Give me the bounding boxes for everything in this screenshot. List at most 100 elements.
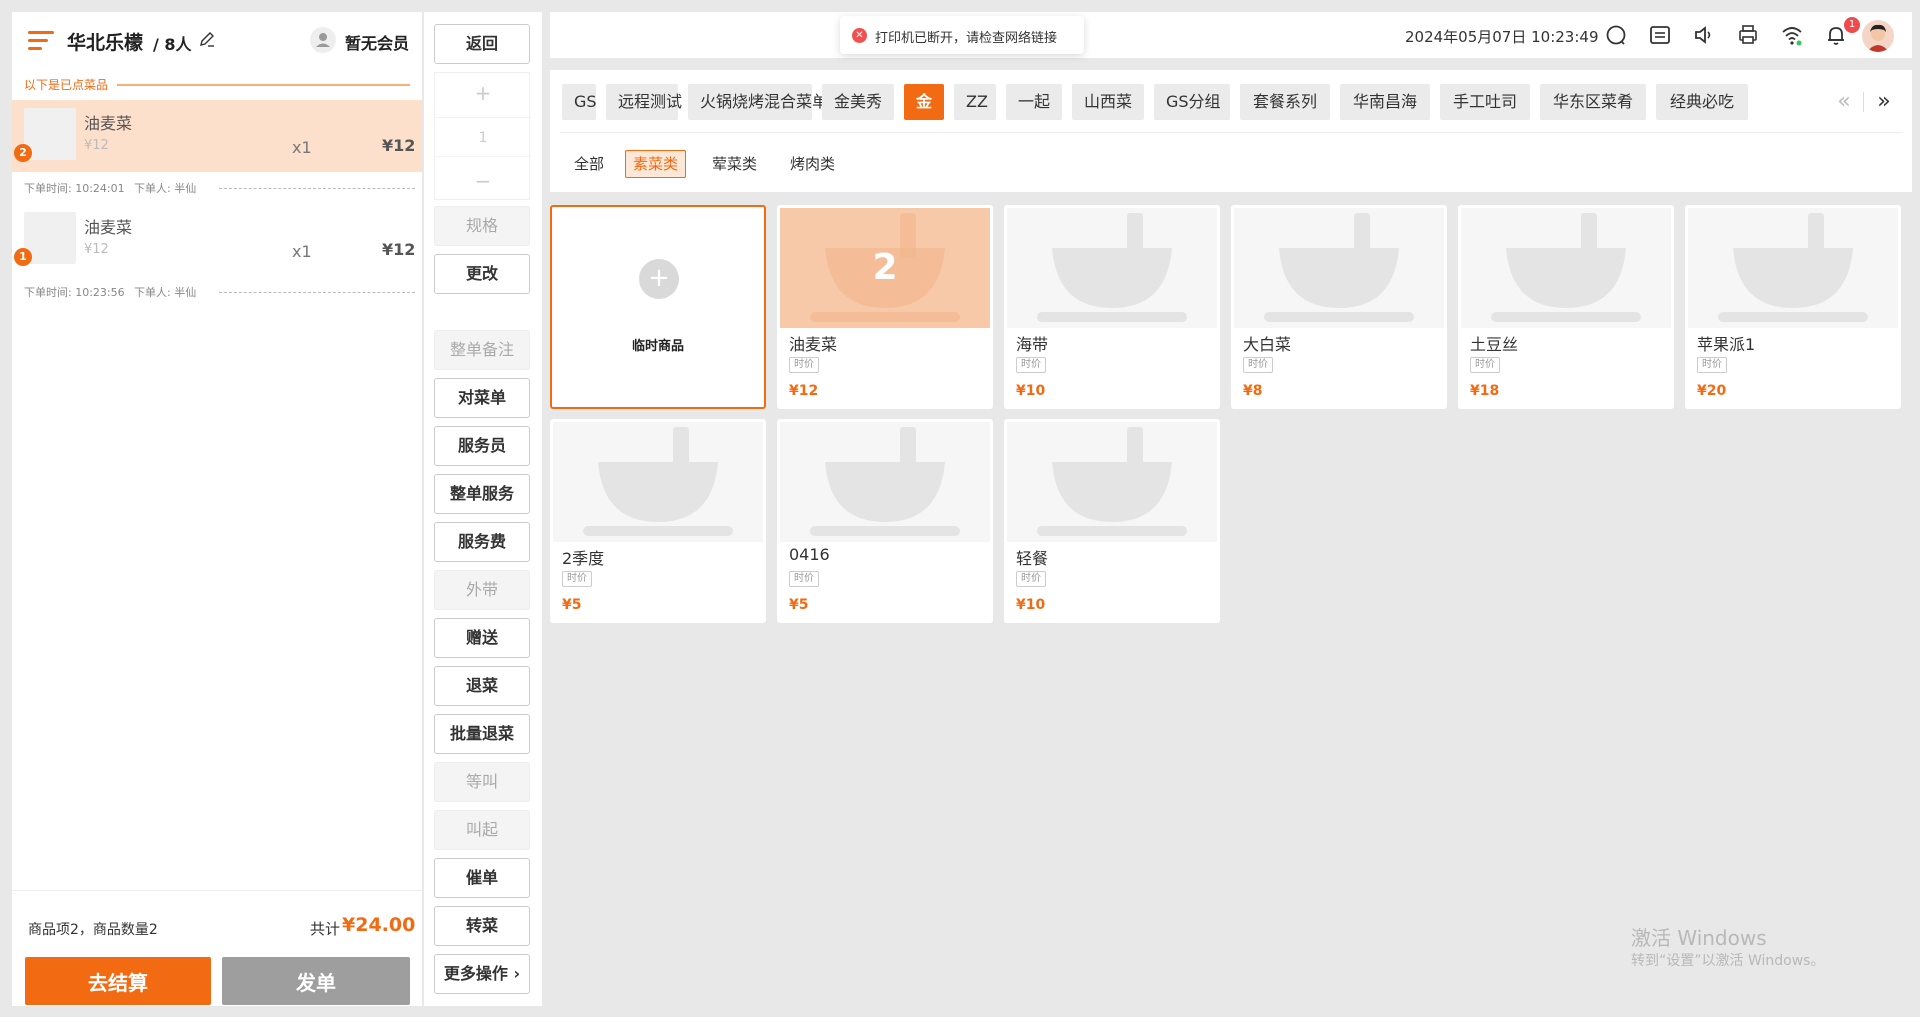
checkout-button[interactable]: 去结算 bbox=[25, 957, 211, 1005]
dish-total: ¥12 bbox=[382, 136, 416, 155]
category-tab[interactable]: 华东区菜肴 bbox=[1540, 84, 1646, 120]
check-order-button[interactable]: 对菜单 bbox=[434, 378, 530, 418]
ordered-items-label: 以下是已点菜品 bbox=[24, 78, 109, 92]
stepper-minus-button[interactable]: − bbox=[435, 161, 531, 201]
edit-icon[interactable] bbox=[198, 31, 216, 49]
category-tab[interactable]: 山西菜 bbox=[1072, 84, 1144, 120]
category-tab[interactable]: 经典必吃 bbox=[1656, 84, 1748, 120]
category-tab[interactable]: 火锅烧烤混合菜单 bbox=[688, 84, 828, 120]
divider bbox=[219, 188, 415, 189]
transfer-button[interactable]: 转菜 bbox=[434, 906, 530, 946]
people-count: / 8人 bbox=[153, 35, 192, 54]
subcategory-tab[interactable]: 烤肉类 bbox=[783, 150, 842, 178]
product-name: 土豆丝 bbox=[1470, 335, 1519, 354]
category-tab[interactable]: 华南昌海 bbox=[1340, 84, 1430, 120]
subcategory-tab[interactable]: 全部 bbox=[567, 150, 611, 178]
order-item[interactable]: 2 油麦菜 ¥12 x1 ¥12 bbox=[12, 100, 422, 172]
order-header: 华北乐檬 / 8人 暂无会员 bbox=[12, 12, 422, 68]
product-price: ¥10 bbox=[1016, 597, 1046, 613]
chat-icon[interactable] bbox=[1604, 23, 1628, 47]
product-name: 海带 bbox=[1016, 335, 1049, 354]
category-tab[interactable]: 一起 bbox=[1006, 84, 1062, 120]
product-card[interactable]: 海带 时价 ¥10 bbox=[1004, 205, 1220, 409]
order-item[interactable]: 1 油麦菜 ¥12 x1 ¥12 bbox=[12, 204, 422, 276]
cup-icon bbox=[1007, 422, 1217, 542]
product-price: ¥5 bbox=[789, 597, 809, 613]
gift-button[interactable]: 赠送 bbox=[434, 618, 530, 658]
datetime: 2024年05月07日 10:23:49 bbox=[1405, 28, 1599, 46]
menu-icon[interactable] bbox=[28, 31, 54, 51]
member-label[interactable]: 暂无会员 bbox=[345, 30, 409, 54]
price-tag: 时价 bbox=[1243, 357, 1273, 373]
subcategory-tab[interactable]: 荤菜类 bbox=[705, 150, 764, 178]
send-order-button[interactable]: 发单 bbox=[222, 957, 410, 1005]
cup-icon bbox=[553, 422, 763, 542]
message-icon[interactable] bbox=[1648, 23, 1672, 47]
product-card[interactable]: 土豆丝 时价 ¥18 bbox=[1458, 205, 1674, 409]
modify-button[interactable]: 更改 bbox=[434, 254, 530, 294]
product-price: ¥12 bbox=[789, 383, 819, 399]
temp-product-card[interactable]: + 临时商品 bbox=[550, 205, 766, 409]
product-card[interactable]: 苹果派1 时价 ¥20 bbox=[1685, 205, 1901, 409]
more-actions-button[interactable]: 更多操作 › bbox=[434, 954, 530, 994]
category-tab[interactable]: 套餐系列 bbox=[1240, 84, 1330, 120]
quantity-stepper: + 1 − bbox=[434, 72, 531, 201]
order-time: 下单时间: 10:24:01 bbox=[24, 182, 125, 195]
subcategory-tab-active[interactable]: 素菜类 bbox=[625, 150, 687, 178]
plus-icon: + bbox=[639, 259, 679, 299]
stepper-value: 1 bbox=[435, 117, 531, 157]
spec-button[interactable]: 规格 bbox=[434, 206, 530, 246]
order-meta: 下单时间: 10:24:01 下单人: 半仙 bbox=[24, 180, 422, 196]
waiter-button[interactable]: 服务员 bbox=[434, 426, 530, 466]
product-card[interactable]: 2 油麦菜 时价 ¥12 bbox=[777, 205, 993, 409]
product-price: ¥10 bbox=[1016, 383, 1046, 399]
product-card[interactable]: 0416 时价 ¥5 bbox=[777, 419, 993, 623]
order-service-button[interactable]: 整单服务 bbox=[434, 474, 530, 514]
dish-name: 油麦菜 bbox=[84, 114, 133, 133]
member-avatar-icon[interactable] bbox=[310, 27, 336, 53]
orderer: 下单人: 半仙 bbox=[134, 182, 197, 195]
category-tab[interactable]: GS bbox=[562, 84, 597, 120]
temp-product-label: 临时商品 bbox=[631, 339, 684, 354]
dish-name: 油麦菜 bbox=[84, 218, 133, 237]
category-prev-icon[interactable]: « bbox=[1832, 88, 1856, 116]
table-name: 华北乐檬 bbox=[67, 32, 144, 54]
takeaway-button[interactable]: 外带 bbox=[434, 570, 530, 610]
top-bar: ✕ 打印机已断开，请检查网络链接 2024年05月07日 10:23:49 1 bbox=[550, 12, 1912, 58]
divider bbox=[117, 84, 410, 86]
printer-icon[interactable] bbox=[1736, 23, 1760, 47]
service-fee-button[interactable]: 服务费 bbox=[434, 522, 530, 562]
total-value: ¥24.00 bbox=[342, 914, 416, 936]
dish-qty: x1 bbox=[292, 242, 312, 261]
category-next-icon[interactable]: » bbox=[1872, 88, 1896, 116]
product-card[interactable]: 大白菜 时价 ¥8 bbox=[1231, 205, 1447, 409]
product-card[interactable]: 2季度 时价 ¥5 bbox=[550, 419, 766, 623]
price-tag: 时价 bbox=[562, 571, 592, 587]
order-summary: 商品项2，商品数量2 bbox=[28, 922, 158, 938]
order-badge: 1 bbox=[14, 248, 32, 266]
call-button[interactable]: 叫起 bbox=[434, 810, 530, 850]
rush-button[interactable]: 催单 bbox=[434, 858, 530, 898]
speaker-icon[interactable] bbox=[1692, 23, 1716, 47]
product-price: ¥18 bbox=[1470, 383, 1500, 399]
category-tab-active[interactable]: 金 bbox=[904, 84, 944, 120]
batch-return-button[interactable]: 批量退菜 bbox=[434, 714, 530, 754]
dish-total: ¥12 bbox=[382, 240, 416, 259]
back-button[interactable]: 返回 bbox=[434, 24, 530, 64]
category-tab[interactable]: 手工吐司 bbox=[1440, 84, 1530, 120]
stepper-plus-button[interactable]: + bbox=[435, 73, 531, 113]
wifi-icon[interactable] bbox=[1780, 23, 1804, 47]
category-tab[interactable]: ZZ bbox=[954, 84, 996, 120]
selected-qty: 2 bbox=[872, 247, 898, 288]
order-badge: 2 bbox=[14, 144, 32, 162]
category-tab[interactable]: 金美秀 bbox=[822, 84, 894, 120]
user-avatar-icon[interactable] bbox=[1862, 20, 1894, 52]
wait-call-button[interactable]: 等叫 bbox=[434, 762, 530, 802]
category-tab[interactable]: 远程测试 bbox=[606, 84, 682, 120]
order-note-button[interactable]: 整单备注 bbox=[434, 330, 530, 370]
return-dish-button[interactable]: 退菜 bbox=[434, 666, 530, 706]
orderer: 下单人: 半仙 bbox=[134, 286, 197, 299]
cup-icon bbox=[780, 422, 990, 542]
product-card[interactable]: 轻餐 时价 ¥10 bbox=[1004, 419, 1220, 623]
category-tab[interactable]: GS分组 bbox=[1154, 84, 1230, 120]
